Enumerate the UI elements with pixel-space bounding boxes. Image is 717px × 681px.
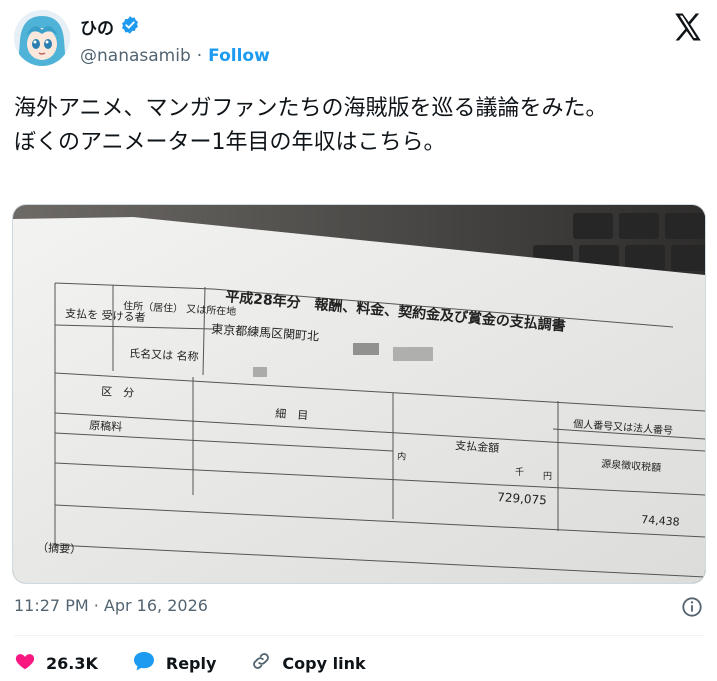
reply-bubble-icon [132, 650, 156, 676]
info-icon[interactable] [681, 596, 703, 618]
copy-link-button[interactable]: Copy link [250, 650, 366, 676]
display-name[interactable]: ひの [80, 14, 114, 39]
reply-button[interactable]: Reply [132, 650, 217, 676]
verified-badge-icon [120, 15, 140, 39]
link-icon [250, 650, 272, 676]
paper-sheet [13, 217, 705, 583]
tweet-photo[interactable]: 平成28年分 報酬、料金、契約金及び賞金の支払調書 支払を 受ける者 住所（居住… [12, 204, 706, 584]
name-line: ひの [80, 14, 140, 39]
heart-icon [14, 650, 36, 676]
x-logo-icon[interactable] [671, 10, 705, 44]
inner-label: 内 [397, 450, 407, 463]
handle-separator: · [196, 46, 203, 66]
tweet-header: ひの @nanasamib · Follow [0, 0, 717, 88]
like-count: 26.3K [46, 653, 98, 673]
footer-divider [14, 635, 704, 636]
tweet-actions: 26.3K Reply Copy link [14, 648, 400, 678]
handle-line: @nanasamib · Follow [80, 46, 270, 66]
category-value: 原稿料 [89, 418, 123, 434]
tweet-timestamp[interactable]: 11:27 PM · Apr 16, 2026 [14, 596, 208, 615]
user-handle[interactable]: @nanasamib [80, 46, 191, 66]
remarks-label: （摘要） [37, 540, 82, 556]
thousand-label: 千 [515, 467, 524, 478]
like-button[interactable]: 26.3K [14, 650, 98, 676]
follow-button[interactable]: Follow [208, 46, 270, 66]
withholding-value: 74,438 [641, 513, 680, 529]
tweet-text: 海外アニメ、マンガファンたちの海賊版を巡る議論をみた。 ぼくのアニメーター1年目… [14, 96, 608, 155]
category-label: 区 分 [101, 385, 135, 400]
avatar[interactable] [14, 10, 70, 66]
yen-label: 円 [543, 471, 552, 482]
copy-link-label: Copy link [282, 653, 366, 673]
details-label: 細 目 [275, 407, 309, 422]
reply-label: Reply [165, 653, 217, 673]
